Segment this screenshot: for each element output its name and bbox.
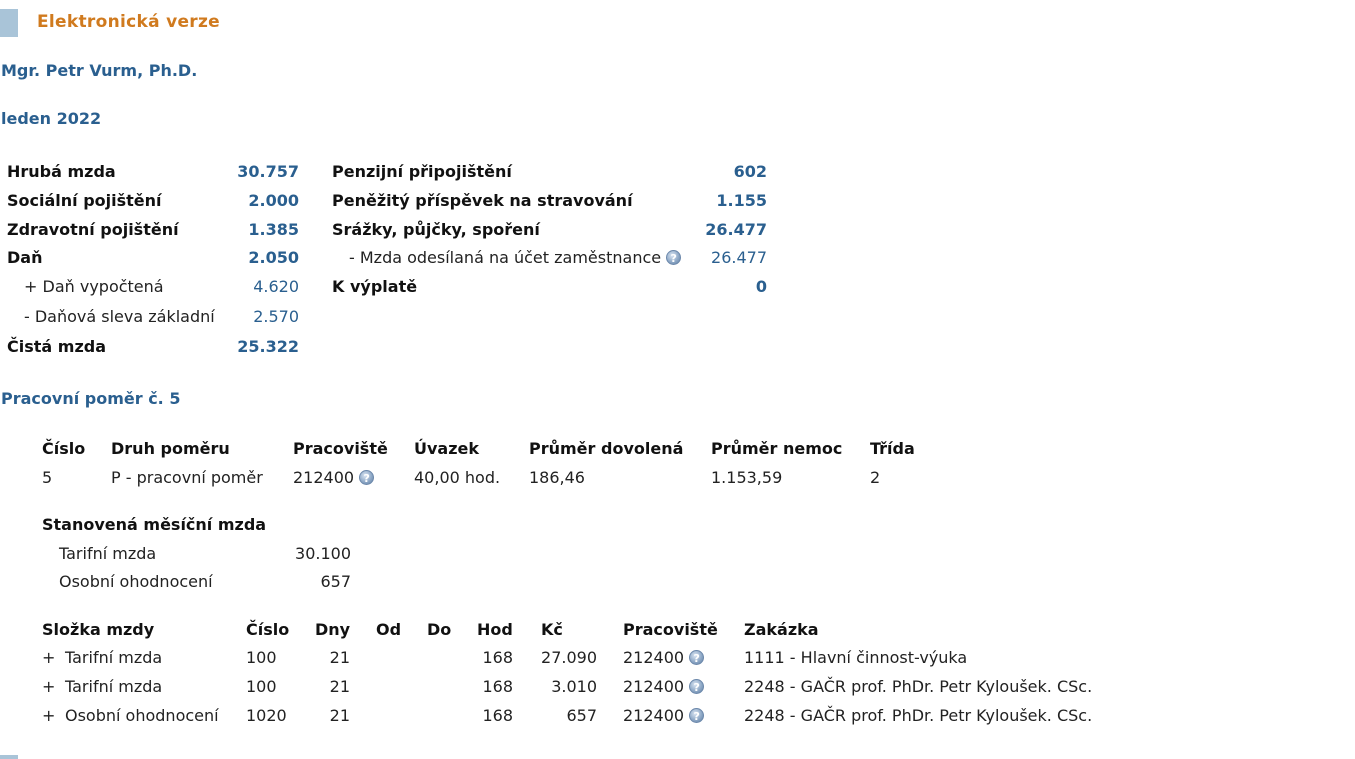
summary-label: Srážky, půjčky, spoření <box>332 220 540 239</box>
component-number: 100 <box>246 648 277 667</box>
summary-subvalue: 2.570 <box>253 307 299 326</box>
column-header: Hod <box>477 620 513 639</box>
component-days: 21 <box>329 706 350 725</box>
summary-label: Hrubá mzda <box>7 162 116 181</box>
summary-value: 2.000 <box>248 191 299 210</box>
component-workplace: 212400 <box>623 677 685 696</box>
component-number: 100 <box>246 677 277 696</box>
component-hours: 168 <box>482 648 513 667</box>
monthly-label: Tarifní mzda <box>59 544 157 563</box>
summary-subvalue: 26.477 <box>711 248 767 267</box>
summary-label: Peněžitý příspěvek na stravování <box>332 191 633 210</box>
table-cell: 40,00 hod. <box>414 468 501 487</box>
component-order: 1111 - Hlavní činnost-výuka <box>744 648 968 667</box>
component-workplace: 212400 <box>623 706 685 725</box>
summary-value: 2.050 <box>248 248 299 267</box>
component-order: 2248 - GAČR prof. PhDr. Petr Kyloušek. C… <box>744 706 1093 725</box>
summary-value: 1.385 <box>248 220 299 239</box>
column-header: Číslo <box>42 439 86 458</box>
employee-name: Mgr. Petr Vurm, Ph.D. <box>1 61 198 80</box>
table-cell: 186,46 <box>529 468 585 487</box>
table-cell: 212400 <box>293 468 355 487</box>
summary-value: 602 <box>733 162 767 181</box>
monthly-label: Osobní ohodnocení <box>59 572 213 591</box>
summary-subvalue: 4.620 <box>253 277 299 296</box>
column-header: Pracoviště <box>293 439 388 458</box>
component-hours: 168 <box>482 706 513 725</box>
component-name: Osobní ohodnocení <box>65 706 219 725</box>
summary-value: 0 <box>755 277 767 296</box>
column-header: Číslo <box>246 620 290 639</box>
column-header: Od <box>376 620 402 639</box>
summary-value: 1.155 <box>716 191 767 210</box>
summary-sublabel: + Daň vypočtená <box>24 277 164 296</box>
component-workplace: 212400 <box>623 648 685 667</box>
summary-value: 26.477 <box>705 220 767 239</box>
section-marker <box>0 9 18 37</box>
contract-title: Pracovní poměr č. 5 <box>1 389 181 408</box>
component-name: Tarifní mzda <box>65 648 163 667</box>
summary-label: Sociální pojištění <box>7 191 162 210</box>
table-cell: 5 <box>42 468 53 487</box>
monthly-value: 30.100 <box>295 544 351 563</box>
column-header: Zakázka <box>744 620 819 639</box>
row-sign: + <box>42 706 56 725</box>
column-header: Pracoviště <box>623 620 718 639</box>
summary-sublabel: - Daňová sleva základní <box>24 307 215 326</box>
component-amount: 3.010 <box>551 677 597 696</box>
info-icon[interactable]: ? <box>689 650 705 665</box>
info-icon[interactable]: ? <box>689 679 705 694</box>
component-name: Tarifní mzda <box>65 677 163 696</box>
component-hours: 168 <box>482 677 513 696</box>
summary-label: K výplatě <box>332 277 418 296</box>
summary-label: Zdravotní pojištění <box>7 220 179 239</box>
period-label: leden 2022 <box>1 109 102 128</box>
info-icon[interactable]: ? <box>689 708 705 723</box>
monthly-value: 657 <box>320 572 351 591</box>
section-marker-bottom <box>0 755 18 759</box>
summary-value: 25.322 <box>237 337 299 356</box>
column-header: Dny <box>315 620 351 639</box>
component-number: 1020 <box>246 706 287 725</box>
column-header: Třída <box>870 439 915 458</box>
component-days: 21 <box>329 677 350 696</box>
info-icon[interactable]: ? <box>359 470 375 485</box>
column-header: Složka mzdy <box>42 620 155 639</box>
summary-label: Penzijní připojištění <box>332 162 512 181</box>
column-header: Úvazek <box>414 439 480 458</box>
column-header: Druh poměru <box>111 439 230 458</box>
table-cell: P - pracovní poměr <box>111 468 263 487</box>
column-header: Do <box>427 620 452 639</box>
component-days: 21 <box>329 648 350 667</box>
table-cell: 2 <box>870 468 881 487</box>
row-sign: + <box>42 677 56 696</box>
summary-label: Čistá mzda <box>7 337 106 356</box>
summary-sublabel: - Mzda odesílaná na účet zaměstnance <box>349 248 662 267</box>
monthly-title: Stanovená měsíční mzda <box>42 515 267 534</box>
component-amount: 27.090 <box>541 648 597 667</box>
column-header: Kč <box>541 620 563 639</box>
component-amount: 657 <box>566 706 597 725</box>
table-cell: 1.153,59 <box>711 468 783 487</box>
info-icon[interactable]: ? <box>666 250 682 265</box>
component-order: 2248 - GAČR prof. PhDr. Petr Kyloušek. C… <box>744 677 1093 696</box>
page-title: Elektronická verze <box>37 12 220 32</box>
summary-label: Daň <box>7 248 43 267</box>
column-header: Průměr dovolená <box>529 439 684 458</box>
summary-value: 30.757 <box>237 162 299 181</box>
column-header: Průměr nemoc <box>711 439 843 458</box>
row-sign: + <box>42 648 56 667</box>
